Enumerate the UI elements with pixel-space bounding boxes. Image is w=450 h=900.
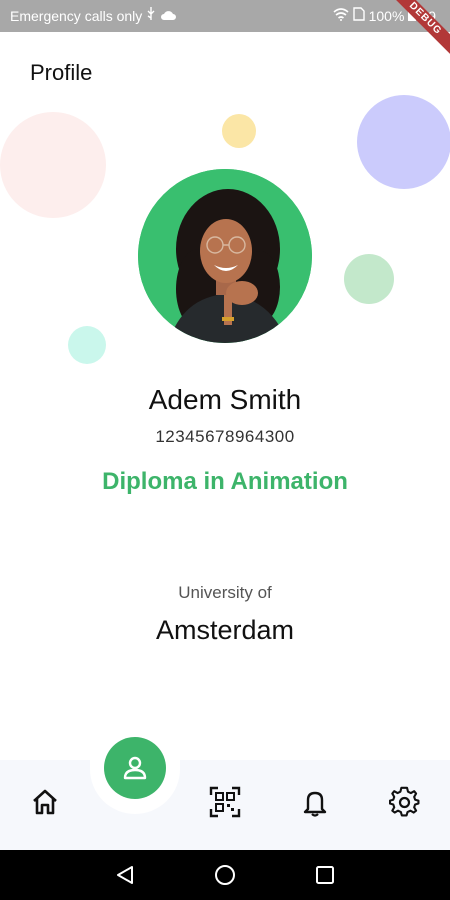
page-title: Profile [30,60,93,85]
avatar-portrait [138,169,312,343]
system-home-button[interactable] [212,862,238,888]
home-circle-icon [215,865,235,885]
status-bar: Emergency calls only 100% 29 DEBUG [0,0,450,63]
cloud-icon [160,8,177,24]
back-triangle-icon [117,866,133,884]
home-icon [33,789,57,815]
university-label: University of [178,583,272,602]
decor-bubble-yellow [222,114,256,148]
recents-square-icon [316,866,334,884]
system-navigation-bar [0,850,450,900]
carrier-text: Emergency calls only [10,7,143,24]
no-sim-icon [352,7,365,24]
profile-id-number: 12345678964300 [155,427,295,446]
system-recents-button[interactable] [312,862,338,888]
qr-scan-icon [209,786,241,818]
nav-profile-button[interactable] [104,737,166,799]
university-name: Amsterdam [155,615,295,645]
nav-settings-button[interactable] [387,784,423,820]
nav-home-button[interactable] [27,784,63,820]
bell-icon [303,791,327,817]
nav-qr-scan-button[interactable] [207,784,243,820]
decor-bubble-purple [357,95,450,189]
profile-program: Diploma in Animation [102,468,348,495]
system-back-button[interactable] [112,862,138,888]
wifi-icon [333,7,349,24]
status-left: Emergency calls only [10,7,177,24]
profile-name: Adem Smith [148,384,302,415]
screen: Emergency calls only 100% 29 DEBUG Profi… [0,0,450,900]
decor-bubble-pink [0,112,106,218]
profile-icon [123,756,147,780]
decor-bubble-green [344,254,394,304]
gear-icon [389,786,420,817]
nav-notifications-button[interactable] [297,784,333,820]
decor-bubble-mint [68,326,106,364]
usb-icon [146,7,156,24]
avatar [138,169,312,343]
battery-text: 100% [368,7,405,24]
